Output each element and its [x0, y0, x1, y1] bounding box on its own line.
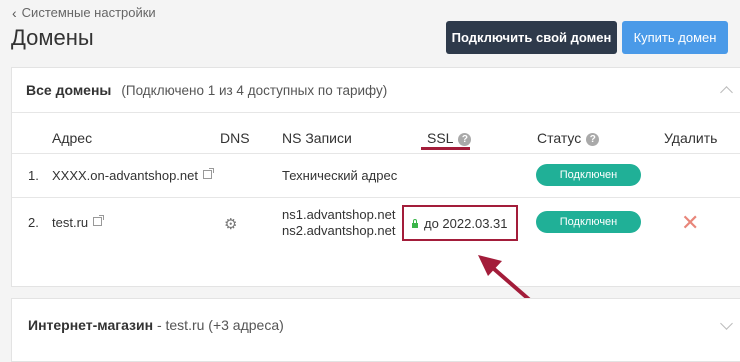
- column-delete: Удалить: [664, 130, 718, 146]
- domain-address[interactable]: XXXX.on-advantshop.net: [52, 168, 214, 183]
- buy-domain-button[interactable]: Купить домен: [622, 21, 728, 54]
- lock-icon: [412, 218, 418, 228]
- status-badge[interactable]: Подключен: [536, 164, 641, 186]
- chevron-left-icon: ‹: [12, 4, 17, 21]
- divider: [12, 197, 740, 198]
- chevron-up-icon[interactable]: [720, 86, 733, 99]
- column-address: Адрес: [52, 130, 93, 146]
- ns-record-2: ns2.advantshop.net: [282, 223, 396, 238]
- chevron-down-icon[interactable]: [720, 317, 733, 330]
- gear-icon[interactable]: ⚙: [224, 215, 237, 233]
- back-link-label: Системные настройки: [21, 5, 156, 20]
- delete-icon[interactable]: ✕: [681, 212, 699, 234]
- column-status: Статус?: [537, 130, 600, 146]
- store-title: Интернет-магазин: [28, 317, 154, 333]
- column-ssl: SSL?: [427, 130, 472, 146]
- back-link[interactable]: ‹ Системные настройки: [12, 5, 156, 20]
- all-domains-subtitle: (Подключено 1 из 4 доступных по тарифу): [121, 82, 388, 98]
- domain-address-label: XXXX.on-advantshop.net: [52, 168, 198, 183]
- ssl-underline-annotation: [421, 147, 470, 150]
- column-status-label: Статус: [537, 130, 582, 146]
- domain-address-label: test.ru: [52, 215, 89, 230]
- column-dns: DNS: [220, 130, 250, 146]
- ns-records: Технический адрес: [282, 168, 398, 183]
- help-icon[interactable]: ?: [586, 132, 600, 146]
- row-number: 1.: [28, 168, 39, 183]
- ssl-annotation-box: до 2022.03.31: [402, 205, 518, 241]
- help-icon[interactable]: ?: [458, 132, 472, 146]
- column-ssl-label: SSL: [427, 130, 454, 146]
- row-number: 2.: [28, 215, 39, 230]
- all-domains-title: Все домены: [26, 82, 112, 98]
- store-header: Интернет-магазин - test.ru (+3 адреса): [28, 317, 284, 333]
- connect-domain-button[interactable]: Подключить свой домен: [446, 21, 617, 54]
- ns-record-1: ns1.advantshop.net: [282, 207, 396, 222]
- store-panel[interactable]: Интернет-магазин - test.ru (+3 адреса): [11, 298, 740, 362]
- ns-records: ns1.advantshop.net ns2.advantshop.net: [282, 207, 395, 239]
- store-subtitle: - test.ru (+3 адреса): [153, 317, 284, 333]
- divider: [12, 153, 740, 154]
- status-badge[interactable]: Подключен: [536, 211, 641, 233]
- all-domains-header[interactable]: Все домены (Подключено 1 из 4 доступных …: [12, 68, 740, 113]
- domain-address[interactable]: test.ru: [52, 215, 105, 230]
- external-link-icon[interactable]: [203, 168, 214, 179]
- page-title: Домены: [11, 25, 94, 50]
- column-ns: NS Записи: [282, 130, 352, 146]
- ssl-expiry: до 2022.03.31: [424, 215, 508, 231]
- external-link-icon[interactable]: [93, 215, 105, 226]
